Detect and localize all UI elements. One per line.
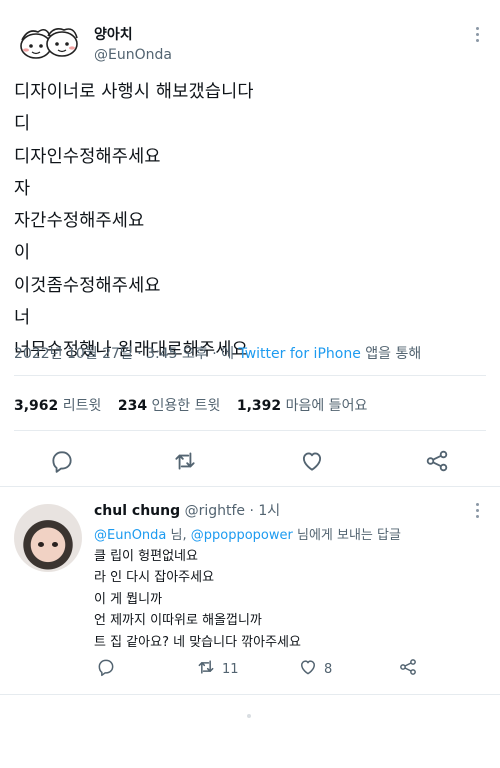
retweets-count[interactable]: 3,962 <box>14 398 58 414</box>
reply-avatar[interactable] <box>14 504 82 572</box>
reply-line: 이 게 뭡니까 <box>94 591 163 607</box>
reply-to-line: @EunOnda 님, @ppoppopower 님에게 보내는 답글 <box>94 524 401 543</box>
avatar-eye <box>52 542 58 547</box>
tweet-actions <box>0 440 500 480</box>
reply-to-user-link[interactable]: @EunOnda <box>94 528 166 543</box>
likes-label[interactable]: 마음에 들어요 <box>286 398 368 414</box>
more-options-icon[interactable] <box>472 24 482 45</box>
tweet-line: 자간수정해주세요 <box>14 211 145 232</box>
reply-line: 언 제까지 이따위로 해올껍니까 <box>94 613 262 629</box>
quotes-label[interactable]: 인용한 트윗 <box>152 398 221 414</box>
avatar-eye <box>38 542 44 547</box>
retweet-button[interactable]: 11 <box>196 658 239 680</box>
like-icon <box>298 657 318 681</box>
tweet-line: 자 <box>14 178 31 199</box>
reply-author-name[interactable]: chul chung <box>94 503 180 519</box>
tweet-text: 디자이너로 사행시 해보갰습니다 디 디자인수정해주세요 자 자간수정해주세요 … <box>14 76 484 367</box>
retweet-count: 11 <box>222 661 239 677</box>
divider <box>0 486 500 487</box>
like-count: 8 <box>324 661 333 677</box>
reply-button[interactable] <box>96 658 116 680</box>
tweet-source-suffix: 앱을 통해 <box>360 346 422 362</box>
loading-indicator <box>247 714 251 718</box>
author-name[interactable]: 양아치 <box>94 24 133 44</box>
reply-icon[interactable] <box>49 448 75 474</box>
likes-count[interactable]: 1,392 <box>237 398 281 414</box>
reply-to-suffix: 님에게 보내는 답글 <box>292 528 401 543</box>
tweet-line: 이 <box>14 243 31 264</box>
share-icon <box>398 657 418 681</box>
retweets-label[interactable]: 리트윗 <box>63 398 102 414</box>
reply-author-handle[interactable]: @rightfe <box>185 503 245 519</box>
tweet-line: 너 <box>14 308 31 329</box>
like-icon[interactable] <box>299 448 325 474</box>
share-button[interactable] <box>398 658 418 680</box>
reply-text: 클 립이 헝편없네요 라 인 다시 잡아주세요 이 게 뭡니까 언 제까지 이따… <box>94 546 301 653</box>
author-avatar[interactable] <box>14 22 84 62</box>
reply-line: 클 립이 헝편없네요 <box>94 549 198 564</box>
reply-to-user-link[interactable]: @ppoppopower <box>191 528 293 543</box>
tweet-line: 이것좀수정해주세요 <box>14 275 161 296</box>
tweet-line: 디자이너로 사행시 해보갰습니다 <box>14 82 254 102</box>
divider <box>14 430 486 431</box>
share-icon[interactable] <box>424 448 450 474</box>
reply-to-separator: 님, <box>166 528 191 543</box>
author-handle[interactable]: @EunOnda <box>94 47 172 63</box>
retweet-icon <box>196 657 216 681</box>
like-button[interactable]: 8 <box>298 658 332 680</box>
reply-line: 트 집 같아요? 네 맞습니다 깎아주세요 <box>94 634 301 650</box>
reply-header: chul chung @rightfe · 1시 <box>94 500 280 520</box>
reply-actions: 11 8 <box>0 658 500 682</box>
quotes-count[interactable]: 234 <box>118 398 147 414</box>
reply-time[interactable]: · 1시 <box>245 503 280 519</box>
retweet-icon[interactable] <box>172 448 198 474</box>
more-options-icon[interactable] <box>472 500 482 521</box>
tweet-line: 디 <box>14 114 31 135</box>
reply-icon <box>96 657 116 681</box>
divider <box>0 694 500 695</box>
tweet-meta: 2022년 10월 27일 · 3:45 오후 · 에 Twitter for … <box>14 343 421 363</box>
tweet-timestamp[interactable]: 2022년 10월 27일 · 3:45 오후 · 에 <box>14 346 238 362</box>
divider <box>14 375 486 376</box>
reply-line: 라 인 다시 잡아주세요 <box>94 570 215 586</box>
tweet-line: 디자인수정해주세요 <box>14 146 161 167</box>
tweet-stats: 3,962 리트윗 234 인용한 트윗 1,392 마음에 들어요 <box>14 395 379 415</box>
tweet-source-link[interactable]: Twitter for iPhone <box>238 346 360 362</box>
